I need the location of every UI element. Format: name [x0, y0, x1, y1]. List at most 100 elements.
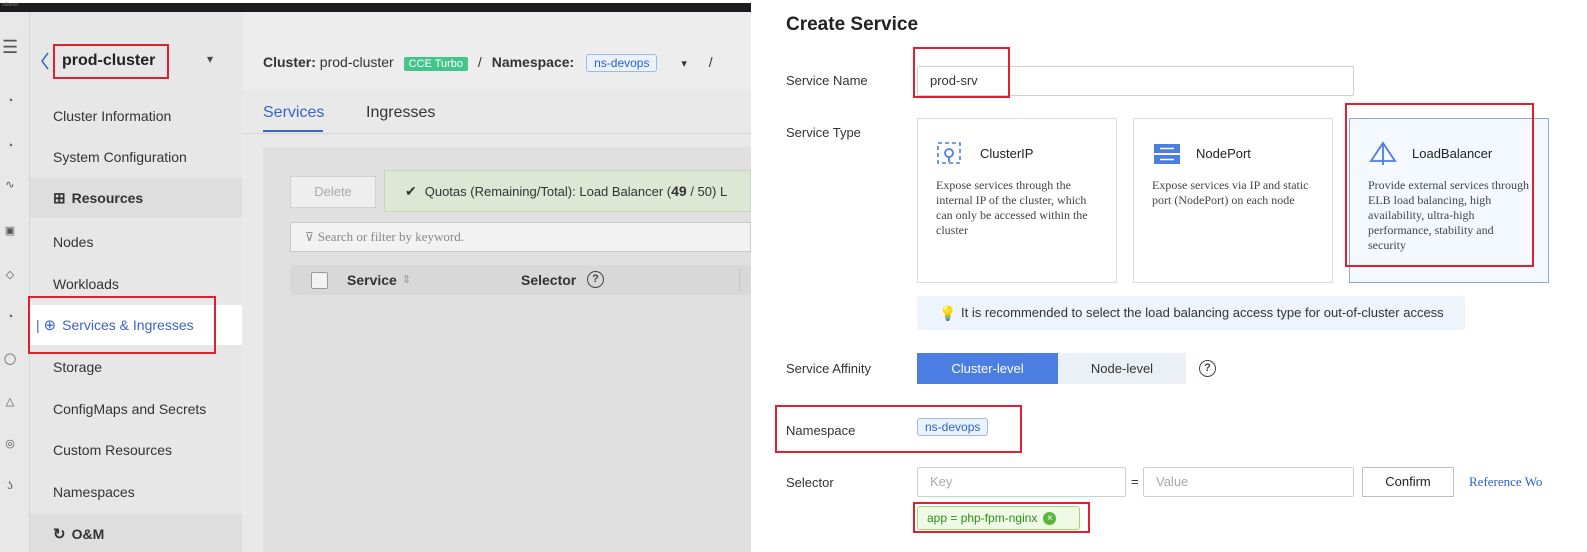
rail-link-icon[interactable]: ʖ	[3, 479, 17, 493]
reference-workload-link[interactable]: Reference Wo	[1469, 474, 1542, 490]
cluster-label: Cluster:	[263, 54, 316, 70]
wrench-icon: ↻	[53, 526, 66, 543]
clusterip-title: ClusterIP	[980, 146, 1034, 161]
namespace-tag: ns-devops	[917, 418, 989, 436]
page-title: Create Service	[786, 14, 919, 35]
rail-cloud-icon-2[interactable]: ◔	[3, 139, 17, 153]
sidebar-item-nodes[interactable]: Nodes	[30, 222, 242, 262]
rail-workload-icon[interactable]: ∿	[3, 178, 17, 192]
sidebar-item-namespaces[interactable]: Namespaces	[30, 472, 242, 512]
sidebar-item-cluster-information[interactable]: Cluster Information	[30, 96, 242, 136]
help-icon[interactable]: ?	[587, 271, 604, 288]
namespace-dropdown-icon[interactable]: ▾	[681, 58, 687, 70]
rail-shield-icon[interactable]: ◇	[3, 268, 17, 282]
breadcrumb-separator: /	[477, 54, 482, 70]
column-service[interactable]: Service	[347, 265, 397, 295]
access-type-tip: 💡 It is recommended to select the load b…	[917, 296, 1465, 330]
nodeport-title: NodePort	[1196, 146, 1251, 161]
cluster-selector-row: prod-cluster ▾	[30, 12, 242, 96]
rail-box-icon[interactable]: ▣	[3, 224, 17, 238]
sidebar-item-label: Custom Resources	[53, 442, 173, 458]
rail-cloud-icon-3[interactable]: ◯	[3, 352, 17, 366]
loadbalancer-icon	[1369, 141, 1397, 165]
create-service-panel: Create Service Service Name prod-srv Ser…	[751, 0, 1587, 552]
chevron-left-icon[interactable]	[40, 52, 50, 70]
selector-chip: app = php-fpm-nginx ×	[917, 506, 1080, 530]
sidebar-item-label: Services & Ingresses	[62, 317, 194, 333]
selector-value-input[interactable]: Value	[1143, 467, 1354, 497]
active-indicator: |	[36, 317, 44, 333]
cluster-sidebar: prod-cluster ▾ Cluster Information System…	[30, 12, 242, 552]
tab-ingresses[interactable]: Ingresses	[366, 104, 435, 122]
breadcrumb-bar: Cluster: prod-cluster CCE Turbo / Namesp…	[242, 12, 751, 90]
selector-key-input[interactable]: Key	[917, 467, 1126, 497]
delete-button[interactable]: Delete	[290, 176, 376, 208]
sidebar-item-configmaps-and-secrets[interactable]: ConfigMaps and Secrets	[30, 389, 242, 429]
filter-icon: ⊽	[305, 230, 314, 244]
sidebar-item-label: ConfigMaps and Secrets	[53, 401, 207, 417]
cce-turbo-tag: CCE Turbo	[403, 57, 469, 71]
cluster-name[interactable]: prod-cluster	[62, 52, 155, 70]
tab-underline	[263, 130, 323, 132]
rail-price-icon[interactable]: ◎	[3, 437, 17, 451]
sidebar-item-services-ingresses[interactable]: | ⊕ Services & Ingresses	[30, 305, 242, 345]
rail-cloud-icon[interactable]: ◔	[3, 94, 17, 108]
sidebar-item-label: Resources	[71, 190, 144, 206]
sidebar-item-storage[interactable]: Storage	[30, 347, 242, 387]
sidebar-item-resources[interactable]: ⊞ Resources	[30, 178, 242, 218]
rail-storage-icon[interactable]: ◔	[3, 310, 17, 324]
quota-banner: ✔ Quotas (Remaining/Total): Load Balancer…	[384, 170, 751, 212]
service-type-loadbalancer[interactable]: LoadBalancer Provide external services t…	[1349, 118, 1549, 283]
sidebar-item-label: Nodes	[53, 234, 94, 250]
sort-icon[interactable]: ⇕	[402, 265, 411, 295]
service-type-clusterip[interactable]: ClusterIP Expose services through the in…	[917, 118, 1117, 283]
hamburger-menu-icon[interactable]: ☰	[2, 38, 18, 56]
affinity-help-icon[interactable]: ?	[1199, 360, 1216, 377]
sidebar-item-label: Namespaces	[53, 484, 135, 500]
search-filter-input[interactable]: ⊽ Search or filter by keyword.	[290, 222, 751, 252]
sidebar-item-label: Cluster Information	[53, 108, 172, 124]
selector-chip-text: app = php-fpm-nginx	[927, 511, 1038, 525]
globe-icon: ⊕	[43, 317, 57, 334]
service-name-input[interactable]: prod-srv	[917, 66, 1354, 96]
chip-close-icon[interactable]: ×	[1043, 512, 1057, 526]
column-selector: Selector	[521, 272, 577, 288]
sidebar-item-system-configuration[interactable]: System Configuration	[30, 137, 242, 177]
top-bar: ollamer	[0, 0, 751, 12]
quota-remaining: 49	[671, 183, 687, 199]
grid-icon: ⊞	[53, 190, 66, 207]
sidebar-item-label: O&M	[71, 526, 105, 542]
tab-services[interactable]: Services	[263, 104, 324, 122]
top-strip	[0, 0, 751, 3]
namespace-tag[interactable]: ns-devops	[586, 54, 658, 72]
top-bar-tiny-text: ollamer	[2, 2, 19, 8]
loadbalancer-title: LoadBalancer	[1412, 146, 1493, 161]
tip-text: It is recommended to select the load bal…	[961, 305, 1444, 320]
sidebar-item-workloads[interactable]: Workloads	[30, 264, 242, 304]
sidebar-item-label: Storage	[53, 359, 103, 375]
namespace-label: Namespace	[786, 423, 856, 438]
quota-prefix: Quotas (Remaining/Total): Load Balancer …	[424, 184, 672, 199]
affinity-node-level[interactable]: Node-level	[1058, 353, 1186, 384]
check-icon: ✔	[405, 183, 417, 199]
sidebar-item-custom-resources[interactable]: Custom Resources	[30, 430, 242, 470]
selector-equals: =	[1131, 474, 1139, 489]
lightbulb-icon: 💡	[939, 305, 957, 321]
select-all-checkbox[interactable]	[311, 272, 328, 289]
namespace-label: Namespace:	[491, 54, 575, 70]
tab-divider	[242, 133, 751, 134]
left-screenshot-panel: ollamer ☰ ◔ ◔ ∿ ▣ ◇ ◔ ◯ △ ◎ ʖ prod-clust…	[0, 0, 751, 552]
service-name-label: Service Name	[786, 73, 868, 88]
nodeport-desc: Expose services via IP and static port (…	[1152, 178, 1309, 207]
search-placeholder: Search or filter by keyword.	[317, 229, 464, 244]
sidebar-item-label: System Configuration	[53, 149, 187, 165]
sidebar-item-o-m[interactable]: ↻ O&M	[30, 514, 242, 552]
left-main-content: Cluster: prod-cluster CCE Turbo / Namesp…	[242, 12, 751, 552]
chevron-down-icon[interactable]: ▾	[207, 52, 213, 66]
icon-rail: ☰ ◔ ◔ ∿ ▣ ◇ ◔ ◯ △ ◎ ʖ	[0, 12, 30, 552]
rail-alert-icon[interactable]: △	[3, 395, 17, 409]
nodeport-icon	[1154, 144, 1180, 164]
affinity-cluster-level[interactable]: Cluster-level	[917, 353, 1058, 384]
selector-confirm-button[interactable]: Confirm	[1362, 467, 1454, 497]
service-type-nodeport[interactable]: NodePort Expose services via IP and stat…	[1133, 118, 1333, 283]
